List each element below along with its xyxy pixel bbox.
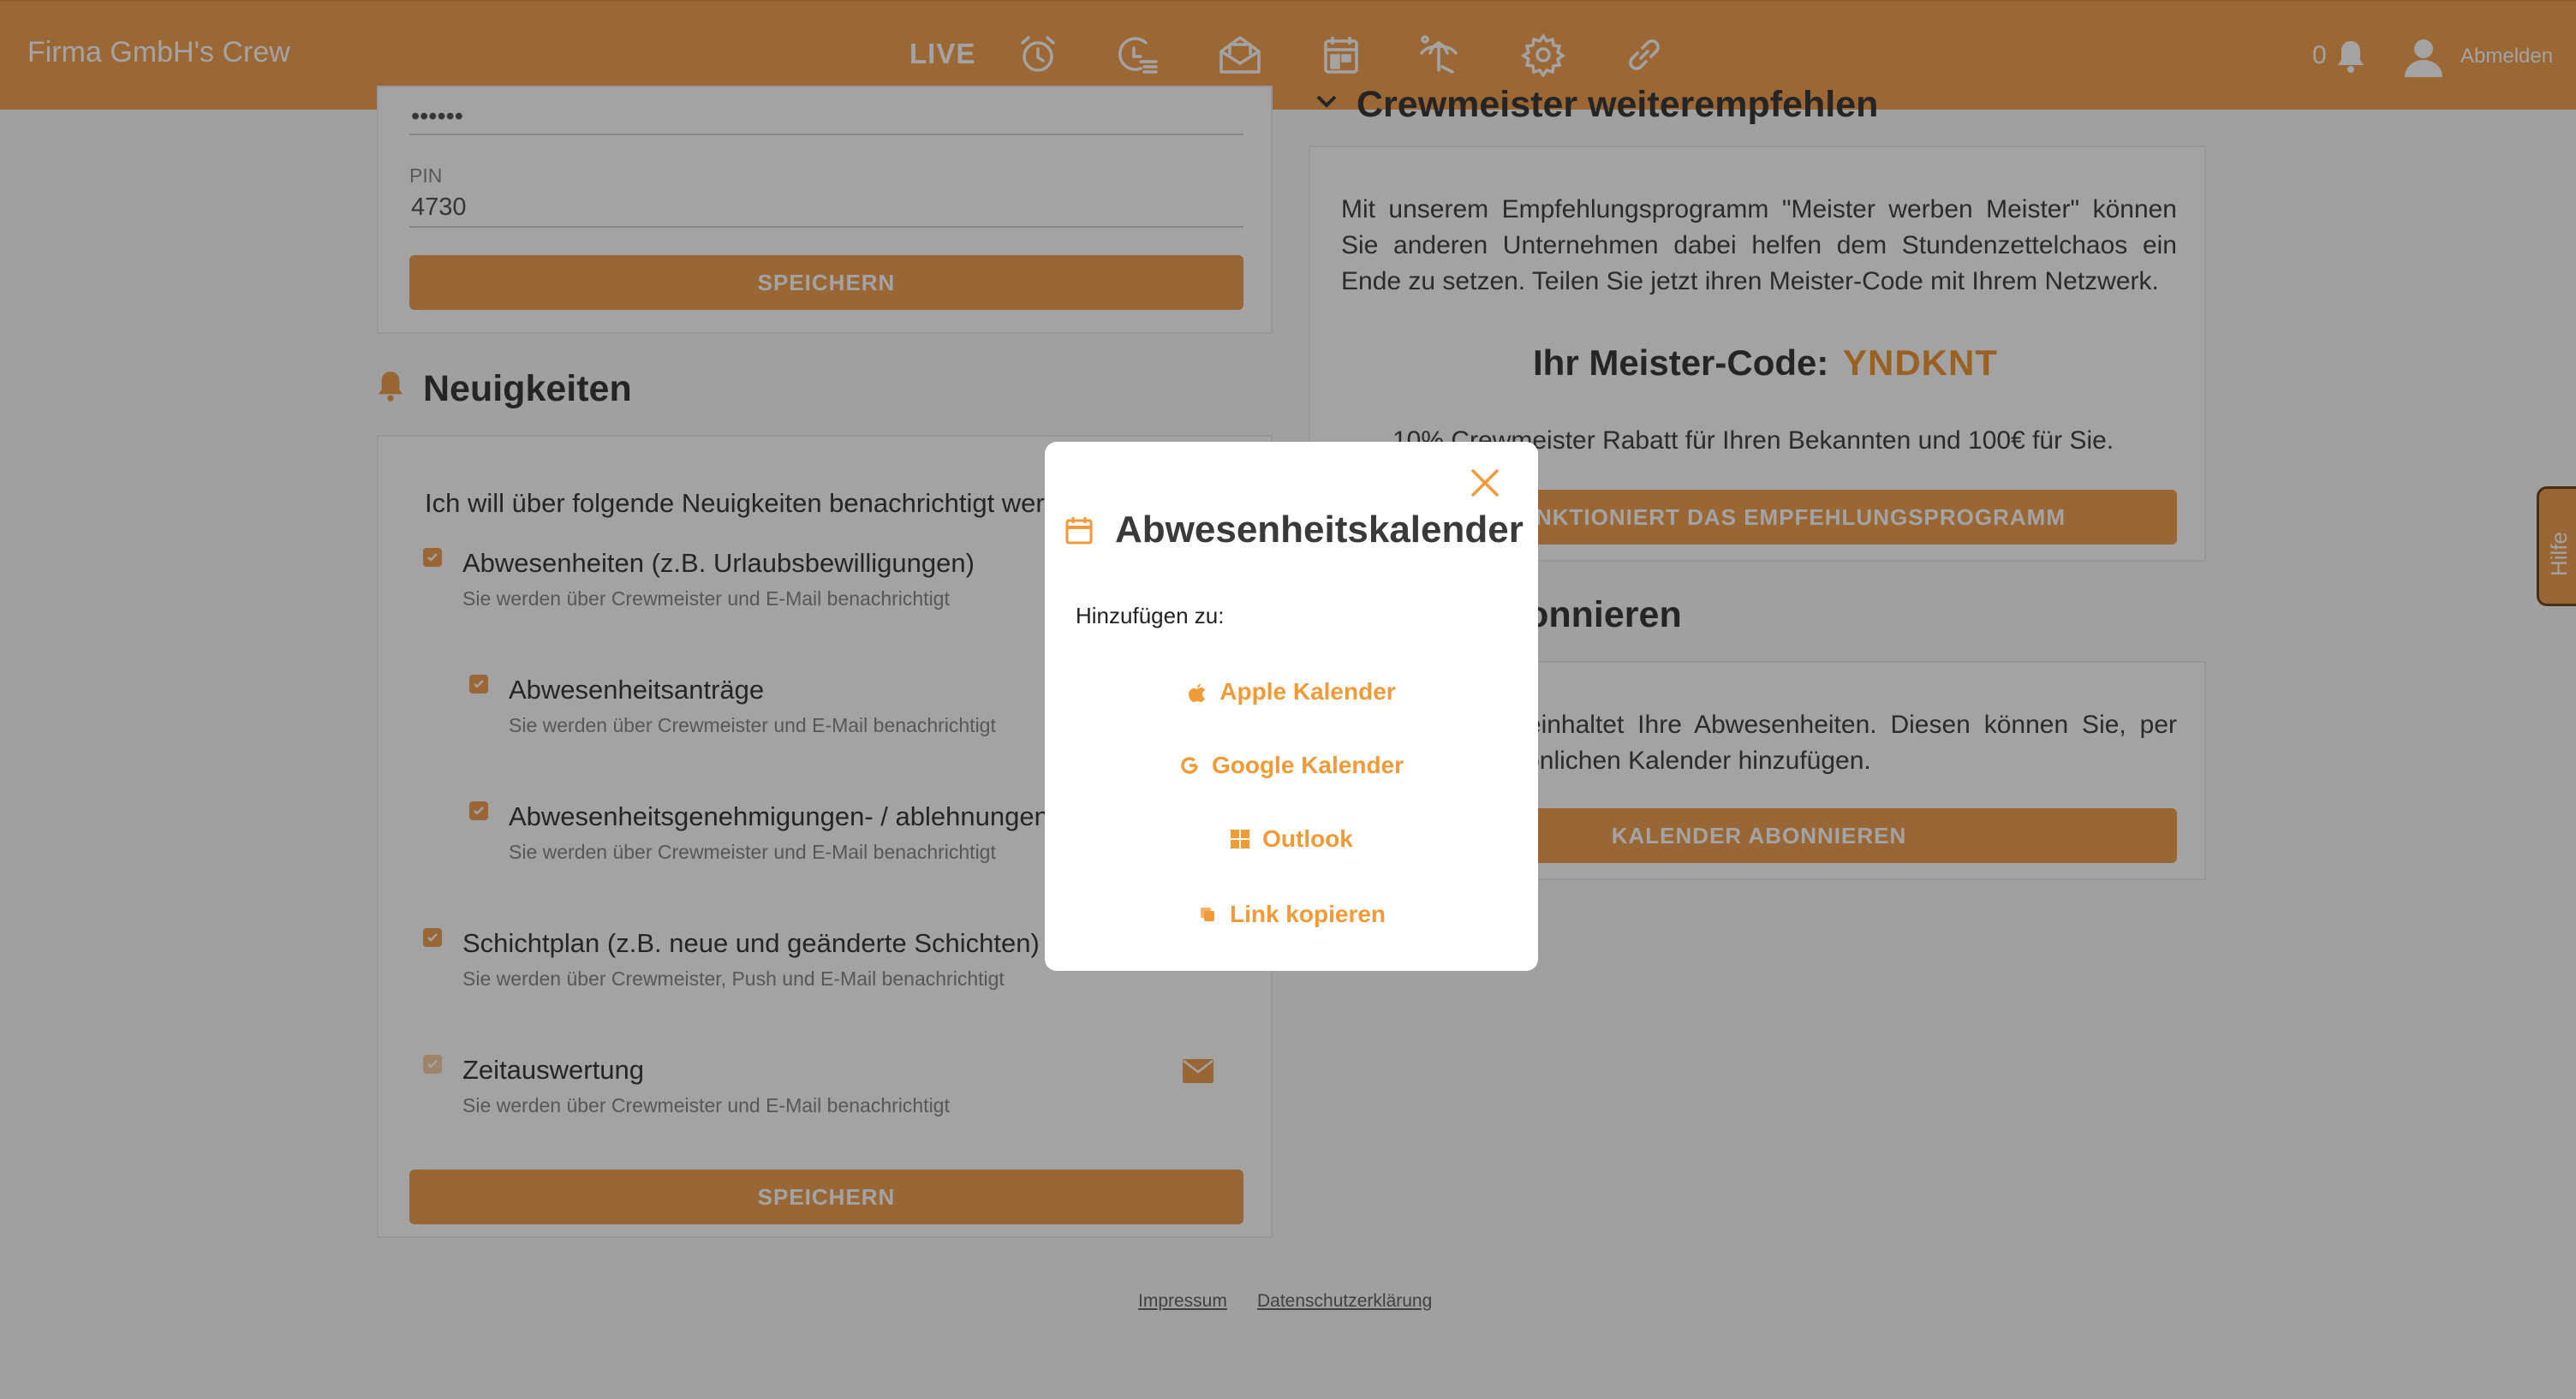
copy-icon — [1197, 904, 1218, 925]
add-google-calendar-button[interactable]: Google Kalender — [1045, 747, 1538, 784]
calendar-icon — [1065, 517, 1093, 545]
close-icon[interactable] — [1468, 466, 1502, 500]
apple-calendar-label: Apple Kalender — [1219, 678, 1396, 705]
apple-icon — [1187, 682, 1208, 702]
add-apple-calendar-button[interactable]: Apple Kalender — [1045, 673, 1538, 711]
modal-subtitle: Hinzufügen zu: — [1076, 603, 1225, 628]
outlook-label: Outlook — [1262, 825, 1353, 852]
add-outlook-button[interactable]: Outlook — [1045, 820, 1538, 858]
modal-title: Abwesenheitskalender — [1115, 509, 1524, 551]
absence-calendar-modal: Abwesenheitskalender Hinzufügen zu: Appl… — [1045, 442, 1538, 971]
google-icon — [1179, 755, 1200, 776]
copy-link-button[interactable]: Link kopieren — [1045, 896, 1538, 933]
google-calendar-label: Google Kalender — [1211, 752, 1404, 778]
windows-icon — [1230, 829, 1250, 849]
copy-link-label: Link kopieren — [1229, 901, 1386, 927]
